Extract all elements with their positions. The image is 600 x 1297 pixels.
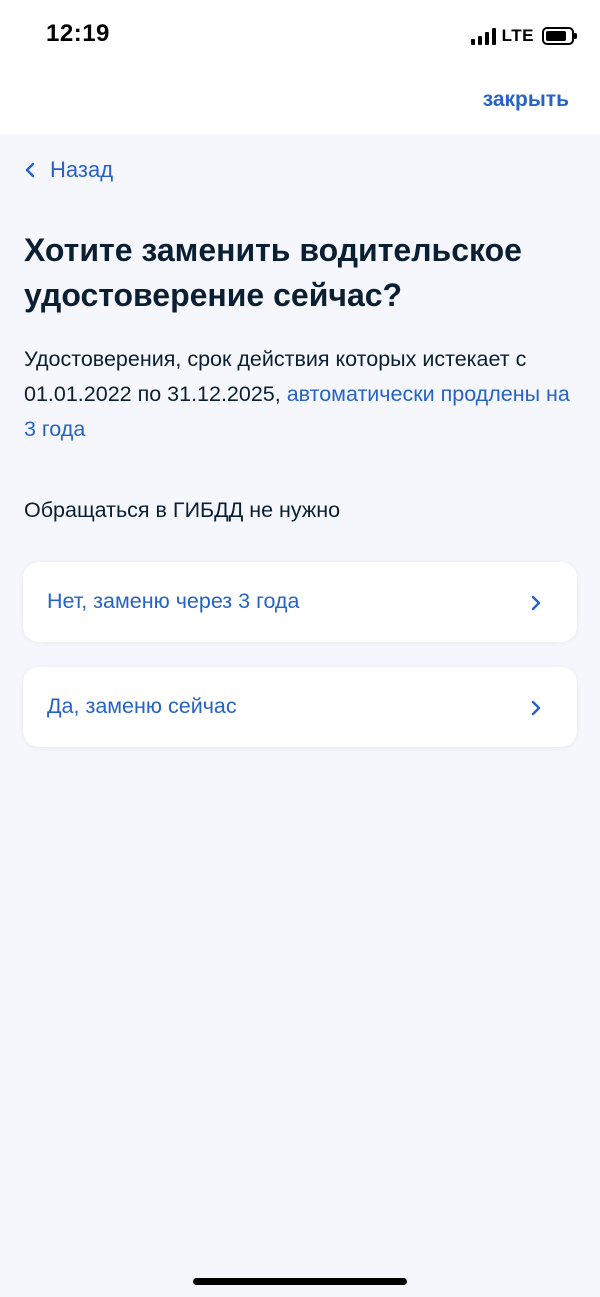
chevron-left-icon — [25, 162, 35, 178]
status-time: 12:19 — [46, 20, 110, 47]
chevron-right-icon — [531, 700, 541, 716]
chevron-right-icon — [531, 595, 541, 611]
top-header: закрыть — [0, 70, 600, 134]
signal-icon — [470, 27, 496, 45]
option-replace-now[interactable]: Да, заменю сейчас — [23, 667, 577, 747]
status-icons: LTE — [470, 24, 577, 48]
option-replace-later[interactable]: Нет, заменю через 3 года — [23, 562, 577, 642]
back-button[interactable]: Назад — [24, 157, 113, 183]
note-text: Обращаться в ГИБДД не нужно — [24, 498, 341, 522]
battery-icon — [542, 27, 577, 45]
page-title: Хотите заменить водительское удостоверен… — [24, 232, 522, 313]
status-bar: 12:19 LTE — [0, 0, 600, 70]
option-label: Нет, заменю через 3 года — [47, 589, 300, 613]
screen: 12:19 LTE закрыть Назад Хотите заменить … — [0, 0, 600, 1297]
description: Удостоверения, срок действия которых ист… — [24, 342, 584, 447]
option-label: Да, заменю сейчас — [47, 694, 237, 718]
close-button[interactable]: закрыть — [483, 88, 569, 112]
network-label: LTE — [501, 26, 534, 45]
home-indicator[interactable] — [193, 1278, 407, 1285]
back-label: Назад — [50, 157, 114, 182]
